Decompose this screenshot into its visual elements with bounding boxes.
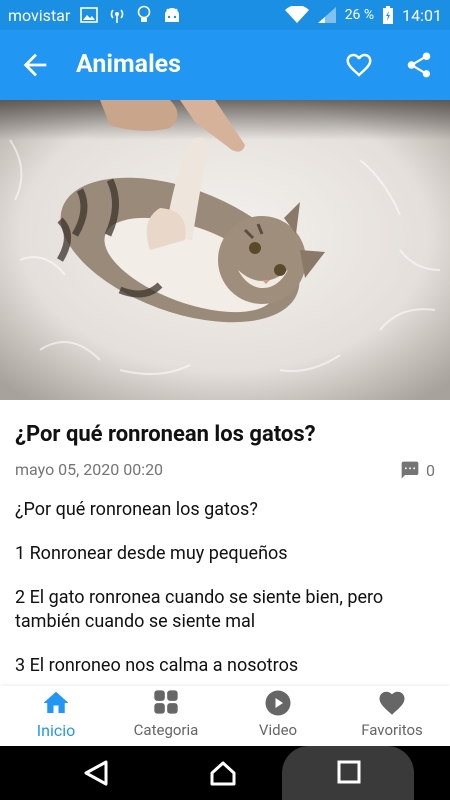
battery-charging-icon xyxy=(382,5,394,25)
bottom-navigation: Inicio Categoria Video Favoritos xyxy=(0,686,450,746)
carrier-name: movistar xyxy=(8,5,71,25)
home-icon xyxy=(43,691,69,713)
page-title: Animales xyxy=(76,50,182,79)
system-recents-button[interactable] xyxy=(336,759,362,785)
article-paragraph: 2 El gato ronronea cuando se siente bien… xyxy=(15,587,384,632)
android-icon xyxy=(162,6,182,24)
article-paragraph: 3 El ronroneo nos calma a nosotros xyxy=(15,655,299,676)
back-button[interactable] xyxy=(18,48,52,82)
grid-icon xyxy=(154,690,178,714)
heart-outline-icon xyxy=(346,53,372,77)
app-bar: Animales xyxy=(0,30,450,100)
article-paragraph: 1 Ronronear desde muy pequeños xyxy=(15,543,288,564)
heart-icon xyxy=(379,691,405,715)
system-navigation-bar xyxy=(0,746,450,800)
system-back-button[interactable] xyxy=(82,759,112,787)
wifi-icon xyxy=(284,6,309,24)
nav-label: Video xyxy=(258,721,298,739)
article-body: ¿Por qué ronronean los gatos? 1 Ronronea… xyxy=(15,498,435,686)
status-bar: movistar 26 % 14:01 xyxy=(0,0,450,30)
article-date: mayo 05, 2020 00:20 xyxy=(15,460,164,479)
comment-count: 0 xyxy=(426,460,435,480)
cell-signal-icon xyxy=(317,6,337,24)
signal-broadcast-icon xyxy=(108,6,126,24)
article-content: ¿Por qué ronronean los gatos? mayo 05, 2… xyxy=(0,400,450,686)
nav-item-favoritos[interactable]: Favoritos xyxy=(336,686,448,746)
image-icon xyxy=(80,7,99,23)
nav-item-categoria[interactable]: Categoria xyxy=(110,686,222,746)
nav-label: Inicio xyxy=(36,721,76,740)
nav-item-video[interactable]: Video xyxy=(222,686,334,746)
arrow-back-icon xyxy=(23,53,47,77)
home-circle-icon xyxy=(210,761,236,786)
bulb-icon xyxy=(136,5,152,25)
nav-item-inicio[interactable]: Inicio xyxy=(0,686,112,746)
system-home-button[interactable] xyxy=(208,758,238,788)
clock: 14:01 xyxy=(402,5,442,25)
nav-label: Favoritos xyxy=(361,721,423,739)
share-button[interactable] xyxy=(404,50,434,80)
play-circle-icon xyxy=(265,690,291,716)
battery-percent: 26 % xyxy=(344,7,375,23)
recents-square-icon xyxy=(337,760,361,784)
article-title: ¿Por qué ronronean los gatos? xyxy=(15,422,316,447)
article-paragraph: ¿Por qué ronronean los gatos? xyxy=(15,499,258,520)
comment-icon xyxy=(401,461,419,479)
comments-button[interactable]: 0 xyxy=(400,460,435,480)
article-meta: mayo 05, 2020 00:20 0 xyxy=(15,460,435,484)
article-hero-image xyxy=(0,100,450,400)
share-icon xyxy=(407,52,431,78)
favorite-button[interactable] xyxy=(344,50,374,80)
back-triangle-icon xyxy=(84,760,108,786)
nav-label: Categoria xyxy=(133,721,199,739)
